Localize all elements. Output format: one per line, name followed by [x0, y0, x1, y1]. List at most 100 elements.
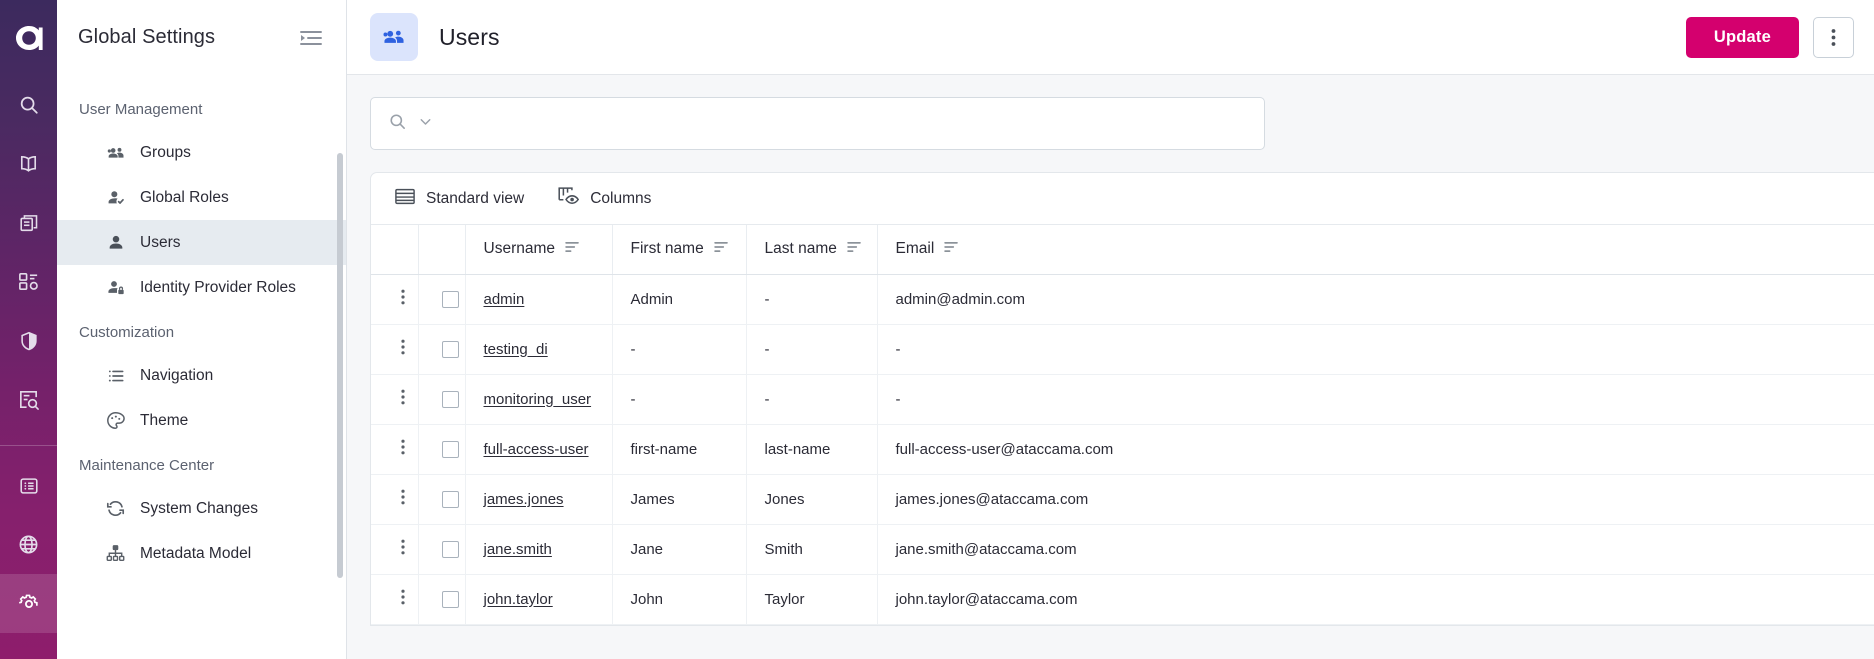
list-icon: [105, 365, 126, 386]
sidebar-item-users[interactable]: Users: [57, 220, 346, 265]
row-select-cell[interactable]: [418, 524, 465, 574]
row-checkbox[interactable]: [442, 441, 459, 458]
row-select-cell[interactable]: [418, 274, 465, 324]
row-select-cell[interactable]: [418, 374, 465, 424]
nav-scrollbar-thumb[interactable]: [337, 153, 343, 578]
sidebar-item-metadata-model[interactable]: Metadata Model: [57, 531, 346, 576]
rail-divider: [0, 445, 57, 446]
table-header-row: Username First: [371, 225, 1874, 274]
username-link[interactable]: admin: [484, 291, 525, 308]
row-checkbox[interactable]: [442, 291, 459, 308]
cell-last-name: Jones: [746, 474, 877, 524]
search-input[interactable]: [444, 98, 1264, 149]
globe-icon[interactable]: [0, 515, 57, 574]
column-header-email[interactable]: Email: [877, 225, 1874, 274]
sidebar-item-identity-provider-roles[interactable]: Identity Provider Roles: [57, 265, 346, 310]
row-checkbox[interactable]: [442, 341, 459, 358]
column-header-first-name[interactable]: First name: [612, 225, 746, 274]
username-link[interactable]: jane.smith: [484, 541, 552, 558]
chevron-down-icon[interactable]: [417, 113, 434, 135]
row-actions-cell[interactable]: [371, 524, 418, 574]
users-icon: [370, 13, 418, 61]
row-actions-cell[interactable]: [371, 474, 418, 524]
sort-icon[interactable]: [847, 240, 862, 258]
sync-icon: [105, 498, 126, 519]
list-card-icon[interactable]: [0, 456, 57, 515]
search-bar[interactable]: [370, 97, 1265, 150]
cell-username[interactable]: jane.smith: [465, 524, 612, 574]
table-row[interactable]: full-access-user first-name last-name fu…: [371, 424, 1874, 474]
primary-icon-rail: [0, 0, 57, 659]
more-vertical-icon[interactable]: [401, 489, 405, 505]
row-select-cell[interactable]: [418, 324, 465, 374]
sort-icon[interactable]: [714, 240, 729, 258]
row-actions-cell[interactable]: [371, 274, 418, 324]
more-vertical-icon[interactable]: [401, 439, 405, 455]
sidebar-item-label: Groups: [140, 144, 191, 162]
gear-icon[interactable]: [0, 574, 57, 633]
standard-view-button[interactable]: Standard view: [395, 188, 524, 210]
cell-username[interactable]: monitoring_user: [465, 374, 612, 424]
sidebar-item-theme[interactable]: Theme: [57, 398, 346, 443]
sidebar-item-groups[interactable]: Groups: [57, 130, 346, 175]
username-link[interactable]: full-access-user: [484, 441, 589, 458]
more-vertical-icon[interactable]: [1813, 17, 1854, 58]
sidebar-item-navigation[interactable]: Navigation: [57, 353, 346, 398]
table-row[interactable]: admin Admin - admin@admin.com: [371, 274, 1874, 324]
column-header-username[interactable]: Username: [465, 225, 612, 274]
data-query-icon[interactable]: [0, 370, 57, 429]
row-checkbox[interactable]: [442, 541, 459, 558]
page-title: Users: [439, 24, 500, 51]
row-actions-cell[interactable]: [371, 424, 418, 474]
update-button[interactable]: Update: [1686, 17, 1799, 58]
main-area: Users Update: [347, 0, 1874, 659]
table-row[interactable]: john.taylor John Taylor john.taylor@atac…: [371, 574, 1874, 624]
sidebar-item-global-roles[interactable]: Global Roles: [57, 175, 346, 220]
cell-last-name: Smith: [746, 524, 877, 574]
cell-username[interactable]: testing_di: [465, 324, 612, 374]
row-actions-cell[interactable]: [371, 574, 418, 624]
row-checkbox[interactable]: [442, 591, 459, 608]
row-checkbox[interactable]: [442, 391, 459, 408]
row-select-cell[interactable]: [418, 474, 465, 524]
book-icon[interactable]: [0, 134, 57, 193]
dashboard-icon[interactable]: [0, 252, 57, 311]
more-vertical-icon[interactable]: [401, 539, 405, 555]
row-select-cell[interactable]: [418, 424, 465, 474]
row-select-cell[interactable]: [418, 574, 465, 624]
cell-username[interactable]: admin: [465, 274, 612, 324]
username-link[interactable]: john.taylor: [484, 591, 553, 608]
row-actions-cell[interactable]: [371, 324, 418, 374]
more-vertical-icon[interactable]: [401, 289, 405, 305]
column-header-last-name[interactable]: Last name: [746, 225, 877, 274]
sidebar-item-system-changes[interactable]: System Changes: [57, 486, 346, 531]
table-row[interactable]: jane.smith Jane Smith jane.smith@ataccam…: [371, 524, 1874, 574]
page-topbar: Users Update: [347, 0, 1874, 75]
row-actions-cell[interactable]: [371, 374, 418, 424]
cell-last-name: -: [746, 324, 877, 374]
more-vertical-icon[interactable]: [401, 339, 405, 355]
catalog-icon[interactable]: [0, 193, 57, 252]
table-row[interactable]: monitoring_user - - -: [371, 374, 1874, 424]
settings-nav-list: User Management Groups: [57, 75, 346, 659]
sort-icon[interactable]: [944, 240, 959, 258]
cell-username[interactable]: james.jones: [465, 474, 612, 524]
cell-username[interactable]: full-access-user: [465, 424, 612, 474]
more-vertical-icon[interactable]: [401, 589, 405, 605]
sidebar-item-label: Navigation: [140, 367, 213, 385]
table-row[interactable]: james.jones James Jones james.jones@atac…: [371, 474, 1874, 524]
table-row[interactable]: testing_di - - -: [371, 324, 1874, 374]
username-link[interactable]: testing_di: [484, 341, 548, 358]
collapse-panel-icon[interactable]: [298, 28, 324, 48]
sort-icon[interactable]: [565, 240, 580, 258]
columns-button[interactable]: Columns: [558, 187, 651, 210]
username-link[interactable]: james.jones: [484, 491, 564, 508]
username-link[interactable]: monitoring_user: [484, 391, 592, 408]
cell-username[interactable]: john.taylor: [465, 574, 612, 624]
columns-eye-icon: [558, 187, 579, 210]
more-vertical-icon[interactable]: [401, 389, 405, 405]
row-checkbox[interactable]: [442, 491, 459, 508]
search-icon[interactable]: [0, 75, 57, 134]
shield-icon[interactable]: [0, 311, 57, 370]
ataccama-logo[interactable]: [0, 0, 57, 75]
